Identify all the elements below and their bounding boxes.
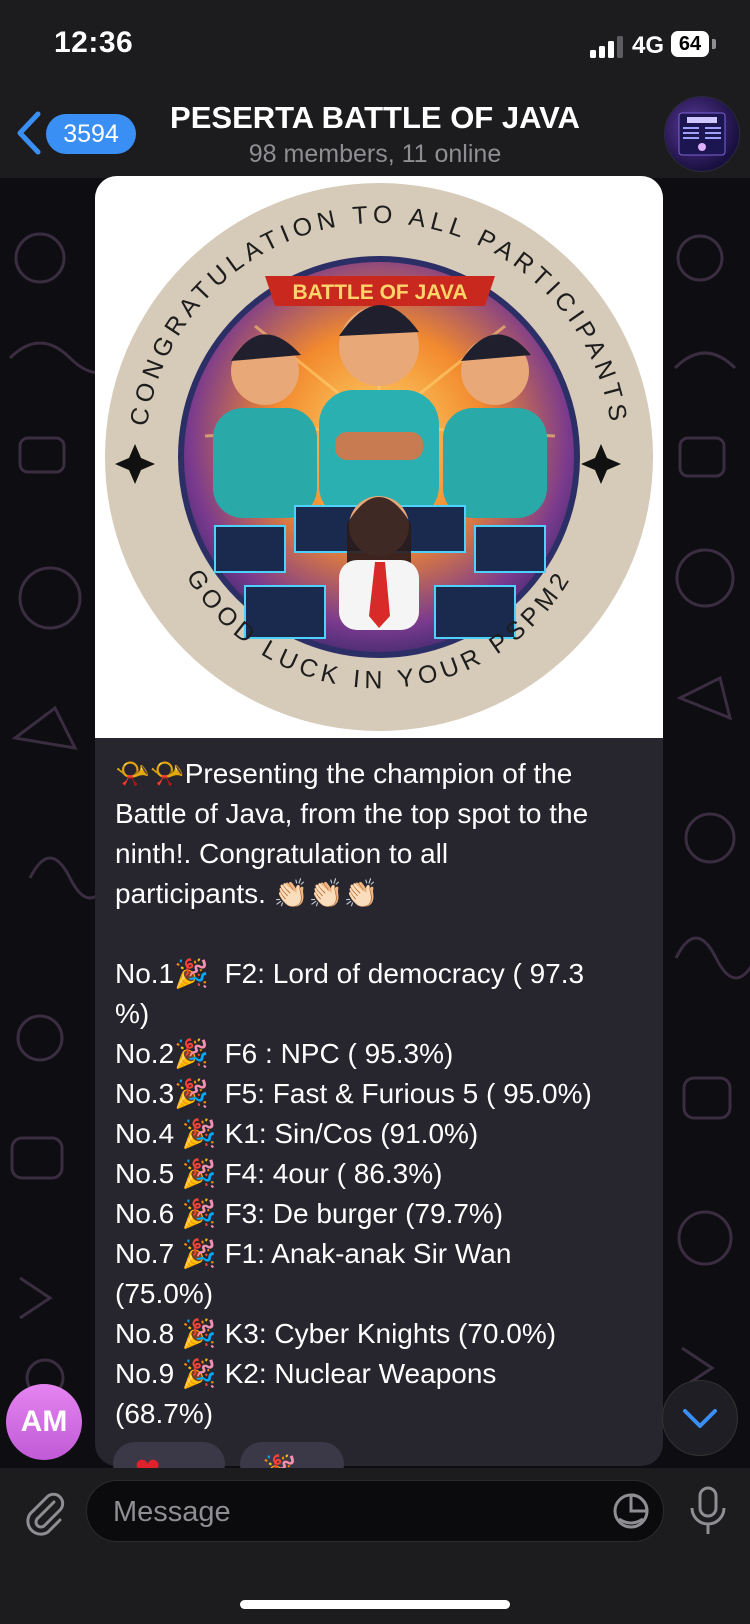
- back-chevron-icon[interactable]: [14, 110, 44, 156]
- message-field[interactable]: [86, 1480, 664, 1543]
- sender-avatar[interactable]: AM: [6, 1384, 82, 1460]
- battery-tip: [712, 39, 716, 49]
- message-line: ninth!. Congratulation to all: [115, 838, 449, 869]
- chat-subtitle: 98 members, 11 online: [248, 140, 502, 168]
- status-time: 12:36: [54, 26, 134, 59]
- ranking-line: %): [115, 998, 150, 1029]
- status-bar: 12:36 4G 64: [0, 0, 750, 90]
- unread-count-badge[interactable]: 3594: [46, 114, 136, 154]
- ranking-line: No.8 🎉 K3: Cyber Knights (70.0%): [115, 1318, 557, 1349]
- chevron-down-icon: [683, 1409, 717, 1428]
- ranking-line: No.9 🎉 K2: Nuclear Weapons: [115, 1358, 497, 1389]
- message-photo[interactable]: BATTLE OF JAVA CONGRATULATION TO ALL PAR…: [95, 176, 663, 738]
- ranking-line: (68.7%): [115, 1398, 214, 1429]
- ranking-line: No.1🎉 F2: Lord of democracy ( 97.3: [115, 958, 585, 989]
- message-input[interactable]: [111, 1481, 585, 1543]
- message-line: participants. 👏🏻👏🏻👏🏻: [115, 878, 379, 909]
- ranking-line: (75.0%): [115, 1278, 214, 1309]
- message-line: Battle of Java, from the top spot to the: [115, 798, 589, 829]
- chat-header: 3594 PESERTA BATTLE OF JAVA 98 members, …: [0, 90, 750, 178]
- ranking-line: No.4 🎉 K1: Sin/Cos (91.0%): [115, 1118, 479, 1149]
- message-line: 📯📯Presenting the champion of the: [115, 758, 573, 789]
- ranking-line: No.2🎉 F6 : NPC ( 95.3%): [115, 1038, 454, 1069]
- paperclip-icon[interactable]: [20, 1488, 68, 1536]
- battery-indicator: 64: [671, 31, 709, 57]
- message-text: 📯📯Presenting the champion of the Battle …: [115, 754, 655, 1434]
- ranking-line: No.7 🎉 F1: Anak-anak Sir Wan: [115, 1238, 512, 1269]
- signal-icon: [590, 36, 623, 58]
- home-indicator: [240, 1600, 510, 1609]
- scroll-to-bottom-button[interactable]: [662, 1380, 738, 1456]
- ranking-line: No.5 🎉 F4: 4our ( 86.3%): [115, 1158, 443, 1189]
- photo-banner-text: BATTLE OF JAVA: [293, 281, 468, 304]
- chat-title[interactable]: PESERTA BATTLE OF JAVA: [140, 100, 610, 136]
- ranking-line: No.6 🎉 F3: De burger (79.7%): [115, 1198, 504, 1229]
- ranking-line: No.3🎉 F5: Fast & Furious 5 ( 95.0%): [115, 1078, 592, 1109]
- group-avatar[interactable]: [664, 96, 740, 172]
- microphone-icon[interactable]: [688, 1486, 728, 1538]
- sticker-icon[interactable]: [611, 1491, 651, 1531]
- network-type: 4G: [632, 32, 665, 59]
- message-bubble[interactable]: BATTLE OF JAVA CONGRATULATION TO ALL PAR…: [95, 176, 663, 1466]
